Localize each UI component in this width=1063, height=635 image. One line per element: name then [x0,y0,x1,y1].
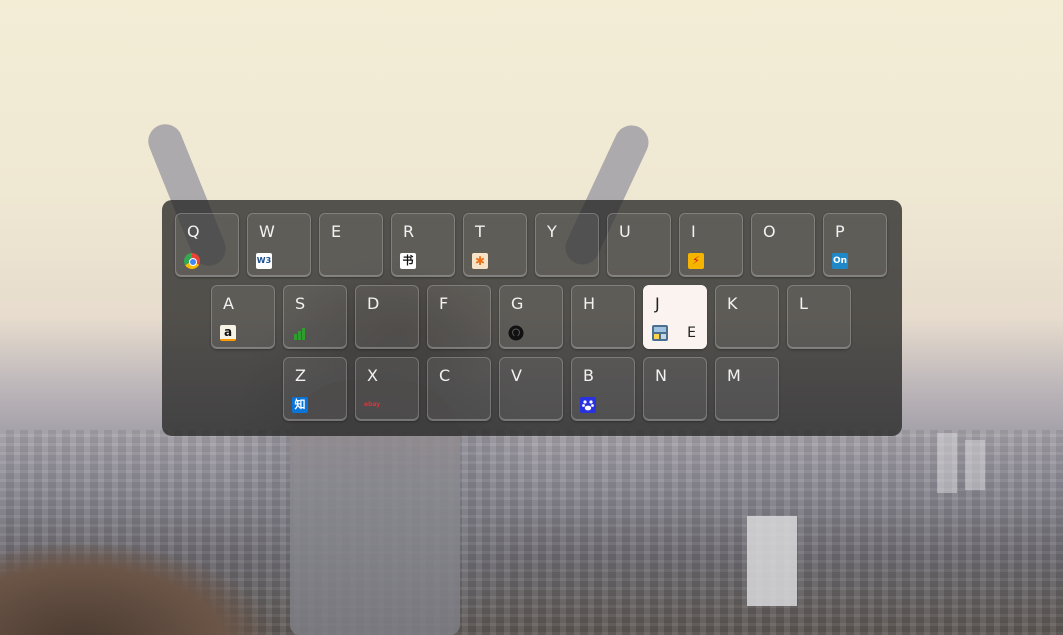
key-x[interactable]: X ebay [355,357,419,421]
key-letter: K [727,294,738,313]
key-v[interactable]: V [499,357,563,421]
key-r[interactable]: R 书 [391,213,455,277]
key-letter: I [691,222,696,241]
key-g[interactable]: G [499,285,563,349]
key-p[interactable]: P On [823,213,887,277]
tower-backdrop [747,516,797,606]
key-letter: P [835,222,845,241]
key-u[interactable]: U [607,213,671,277]
key-letter: U [619,222,631,241]
zhihu-icon: 知 [292,397,308,413]
key-letter: D [367,294,380,313]
key-e[interactable]: E [319,213,383,277]
key-letter: V [511,366,522,385]
github-icon [508,325,524,341]
key-d[interactable]: D [355,285,419,349]
key-letter: C [439,366,451,385]
signal-bars-icon [292,325,308,341]
on-icon: On [832,253,848,269]
key-letter: T [475,222,485,241]
key-z[interactable]: Z 知 [283,357,347,421]
key-f[interactable]: F [427,285,491,349]
key-letter: Z [295,366,306,385]
key-letter: N [655,366,667,385]
chrome-icon [184,253,200,269]
flash-icon: ⚡ [688,253,704,269]
key-c[interactable]: C [427,357,491,421]
calligraphy-icon: 书 [400,253,416,269]
key-letter: O [763,222,776,241]
app-icon [652,325,668,341]
key-i[interactable]: I ⚡ [679,213,743,277]
key-letter: X [367,366,378,385]
tower-backdrop [965,440,985,490]
key-w[interactable]: W W3 [247,213,311,277]
key-y[interactable]: Y [535,213,599,277]
key-letter: H [583,294,596,313]
key-letter: J [655,294,660,313]
key-t[interactable]: T ✱ [463,213,527,277]
key-letter: Q [187,222,200,241]
key-l[interactable]: L [787,285,851,349]
key-letter: B [583,366,594,385]
key-letter: W [259,222,275,241]
key-letter: L [799,294,808,313]
key-o[interactable]: O [751,213,815,277]
key-letter: Y [547,222,557,241]
key-j[interactable]: J E [643,285,707,349]
key-k[interactable]: K [715,285,779,349]
key-a[interactable]: A a [211,285,275,349]
key-letter: G [511,294,524,313]
key-letter: A [223,294,234,313]
key-letter: S [295,294,306,313]
key-h[interactable]: H [571,285,635,349]
keyboard-panel: Q W W3 E R 书 T ✱ Y U I ⚡ O P On A a S D … [162,200,902,436]
baidu-paw-icon [580,397,596,413]
amazon-icon: a [220,325,236,341]
tower-backdrop [937,433,957,493]
key-letter: R [403,222,415,241]
hill-backdrop [0,495,330,635]
key-sub-label: E [687,325,696,341]
key-letter: M [727,366,741,385]
key-s[interactable]: S [283,285,347,349]
ebay-icon: ebay [364,401,381,408]
key-letter: E [331,222,342,241]
asterisk-icon: ✱ [472,253,488,269]
w3schools-icon: W3 [256,253,272,269]
key-b[interactable]: B [571,357,635,421]
key-m[interactable]: M [715,357,779,421]
key-n[interactable]: N [643,357,707,421]
key-q[interactable]: Q [175,213,239,277]
key-letter: F [439,294,449,313]
